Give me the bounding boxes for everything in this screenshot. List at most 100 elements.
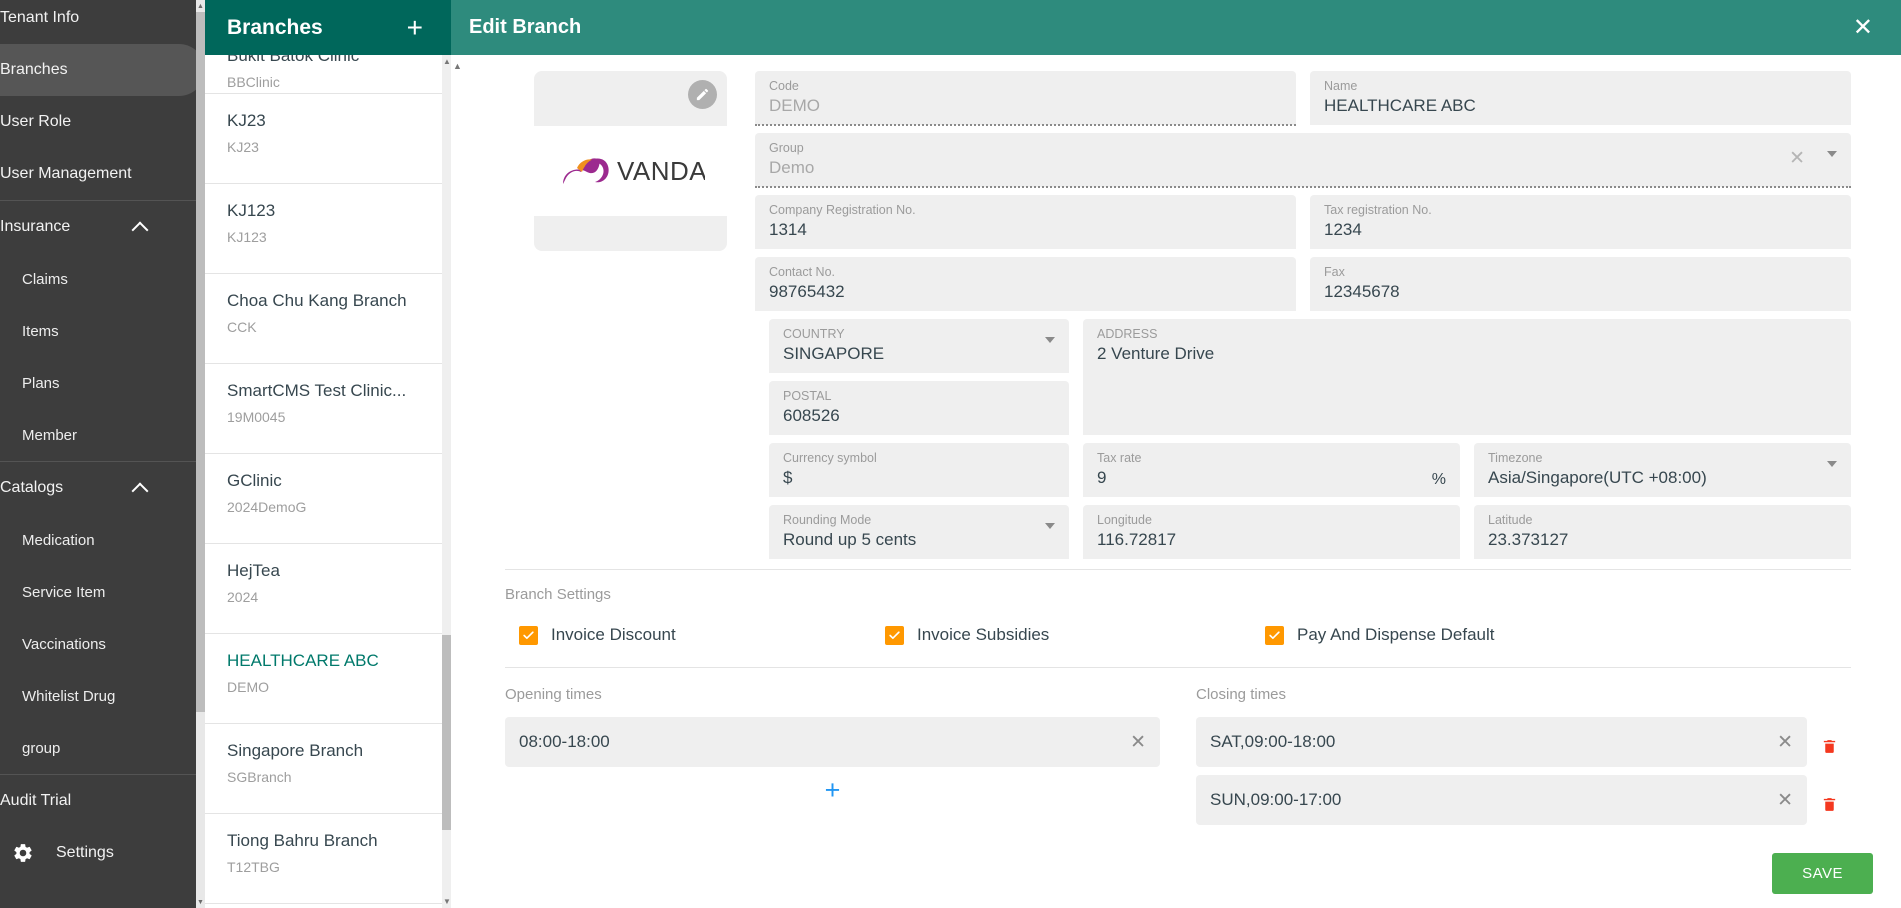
add-branch-button[interactable]: +: [407, 13, 423, 42]
list-item-selected[interactable]: HEALTHCARE ABC DEMO: [205, 634, 451, 724]
closing-time-entry[interactable]: SAT,09:00-18:00 ✕: [1196, 717, 1807, 767]
scroll-up-arrow-icon[interactable]: ▲: [443, 57, 451, 66]
list-item[interactable]: GClinic 2024DemoG: [205, 454, 451, 544]
clear-icon[interactable]: ✕: [1789, 149, 1805, 168]
add-opening-time-button[interactable]: +: [505, 775, 1160, 805]
delete-closing-time-button[interactable]: [1807, 795, 1851, 814]
field-value: 116.72817: [1097, 530, 1177, 549]
branch-list-scrollbar[interactable]: ▲ ▼: [442, 55, 451, 908]
sidebar-group-catalogs[interactable]: Catalogs: [0, 462, 205, 514]
list-item[interactable]: Choa Chu Kang Branch CCK: [205, 274, 451, 364]
sidebar-item-whitelist-drug[interactable]: Whitelist Drug: [0, 670, 205, 722]
checkbox-checked-icon[interactable]: [519, 625, 538, 645]
list-item[interactable]: General Clinic North ... GCNW: [205, 904, 451, 908]
sidebar-item-audit-trial[interactable]: Audit Trial: [0, 775, 205, 827]
sidebar-group-insurance[interactable]: Insurance: [0, 201, 205, 253]
group-field: Group Demo ✕: [755, 133, 1851, 188]
sidebar-item-label: Vaccinations: [22, 635, 106, 653]
sidebar-item-medication[interactable]: Medication: [0, 514, 205, 566]
closing-time-row: SAT,09:00-18:00 ✕: [1196, 717, 1851, 775]
field-label: Latitude: [1488, 513, 1533, 527]
checkbox-checked-icon[interactable]: [1265, 625, 1284, 645]
name-field[interactable]: Name HEALTHCARE ABC: [1310, 71, 1851, 125]
trash-icon: [1823, 739, 1835, 753]
sidebar-item-vaccinations[interactable]: Vaccinations: [0, 618, 205, 670]
opening-time-entry[interactable]: 08:00-18:00 ✕: [505, 717, 1160, 767]
sidebar-item-settings[interactable]: Settings: [0, 827, 205, 879]
scroll-down-arrow-icon[interactable]: ▼: [196, 896, 205, 908]
country-field[interactable]: COUNTRY SINGAPORE: [769, 319, 1069, 373]
sidebar-item-user-management[interactable]: User Management: [0, 148, 205, 200]
edit-logo-button[interactable]: [687, 80, 717, 109]
branch-list-scrollbar-thumb[interactable]: [442, 635, 451, 830]
checkbox-checked-icon[interactable]: [885, 625, 904, 645]
currency-section: Currency symbol $ Tax rate 9 % Timezone …: [465, 435, 1901, 497]
chevron-down-icon[interactable]: [1045, 523, 1055, 529]
field-value: DEMO: [769, 96, 820, 115]
sidebar-item-items[interactable]: Items: [0, 305, 205, 357]
sidebar-scrollbar-thumb[interactable]: [196, 12, 205, 712]
scroll-up-arrow-icon[interactable]: ▲: [453, 61, 462, 71]
company-registration-field[interactable]: Company Registration No. 1314: [755, 195, 1296, 249]
chevron-down-icon[interactable]: [1827, 461, 1837, 467]
clear-icon[interactable]: ✕: [1777, 791, 1793, 810]
list-item[interactable]: KJ123 KJ123: [205, 184, 451, 274]
checkbox-invoice-subsidies[interactable]: Invoice Subsidies: [885, 625, 1265, 645]
longitude-field[interactable]: Longitude 116.72817: [1083, 505, 1460, 559]
clear-icon[interactable]: ✕: [1130, 733, 1146, 752]
edit-branch-panel: Edit Branch ✕ ▲ VANDA Code DEMO Name HEA…: [451, 0, 1901, 908]
scroll-up-arrow-icon[interactable]: ▲: [196, 0, 205, 12]
field-label: Group: [769, 141, 804, 155]
sidebar-item-label: Plans: [22, 374, 60, 392]
branch-code: 19M0045: [227, 409, 286, 425]
edit-branch-body: ▲ VANDA Code DEMO Name HEALTHCARE ABC Gr…: [451, 55, 1901, 908]
branch-code: DEMO: [227, 679, 269, 695]
sidebar-item-user-role[interactable]: User Role: [0, 96, 205, 148]
sidebar-item-claims[interactable]: Claims: [0, 253, 205, 305]
postal-field[interactable]: POSTAL 608526: [769, 381, 1069, 435]
svg-text:VANDA: VANDA: [617, 156, 705, 186]
field-label: Timezone: [1488, 451, 1543, 465]
closing-time-value: SAT,09:00-18:00: [1210, 732, 1336, 751]
delete-closing-time-button[interactable]: [1807, 737, 1851, 756]
timezone-field[interactable]: Timezone Asia/Singapore(UTC +08:00): [1474, 443, 1851, 497]
address-field[interactable]: ADDRESS 2 Venture Drive: [1083, 319, 1851, 435]
list-item[interactable]: Singapore Branch SGBranch: [205, 724, 451, 814]
branch-name: KJ123: [227, 201, 276, 220]
closing-times-column: Closing times SAT,09:00-18:00 ✕ SUN,09:0…: [1196, 686, 1851, 833]
checkbox-pay-and-dispense-default[interactable]: Pay And Dispense Default: [1265, 625, 1645, 645]
sidebar-item-plans[interactable]: Plans: [0, 357, 205, 409]
list-item[interactable]: KJ23 KJ23: [205, 94, 451, 184]
tax-registration-field[interactable]: Tax registration No. 1234: [1310, 195, 1851, 249]
fax-field[interactable]: Fax 12345678: [1310, 257, 1851, 311]
sidebar-item-branches[interactable]: Branches: [0, 44, 205, 96]
contact-no-field[interactable]: Contact No. 98765432: [755, 257, 1296, 311]
chevron-down-icon[interactable]: [1045, 337, 1055, 343]
list-item[interactable]: Tiong Bahru Branch T12TBG: [205, 814, 451, 904]
rounding-mode-field[interactable]: Rounding Mode Round up 5 cents: [769, 505, 1069, 559]
sidebar-item-member[interactable]: Member: [0, 409, 205, 461]
sidebar-item-label: Service Item: [22, 583, 106, 601]
sidebar-item-label: Claims: [22, 270, 68, 288]
closing-time-entry[interactable]: SUN,09:00-17:00 ✕: [1196, 775, 1807, 825]
sidebar-scrollbar[interactable]: ▲ ▼: [196, 0, 205, 908]
branch-list-panel: Branches + Bukit Batok Clinic BBClinic K…: [205, 0, 451, 908]
latitude-field[interactable]: Latitude 23.373127: [1474, 505, 1851, 559]
clear-icon[interactable]: ✕: [1777, 733, 1793, 752]
save-button[interactable]: SAVE: [1772, 853, 1873, 894]
tax-rate-field[interactable]: Tax rate 9 %: [1083, 443, 1460, 497]
list-item[interactable]: SmartCMS Test Clinic... 19M0045: [205, 364, 451, 454]
sidebar-item-tenant-info[interactable]: Tenant Info: [0, 0, 205, 44]
sidebar-item-group[interactable]: group: [0, 722, 205, 774]
branch-list: Bukit Batok Clinic BBClinic KJ23 KJ23 KJ…: [205, 55, 451, 908]
list-item[interactable]: Bukit Batok Clinic BBClinic: [205, 55, 451, 94]
pencil-icon: [696, 88, 708, 101]
chevron-down-icon[interactable]: [1827, 151, 1837, 157]
sidebar-item-service-item[interactable]: Service Item: [0, 566, 205, 618]
list-item[interactable]: HejTea 2024: [205, 544, 451, 634]
checkbox-invoice-discount[interactable]: Invoice Discount: [505, 625, 885, 645]
edit-body-scrollbar[interactable]: ▲: [451, 55, 465, 908]
scroll-down-arrow-icon[interactable]: ▼: [443, 897, 451, 906]
currency-symbol-field[interactable]: Currency symbol $: [769, 443, 1069, 497]
close-icon[interactable]: ✕: [1853, 15, 1873, 40]
